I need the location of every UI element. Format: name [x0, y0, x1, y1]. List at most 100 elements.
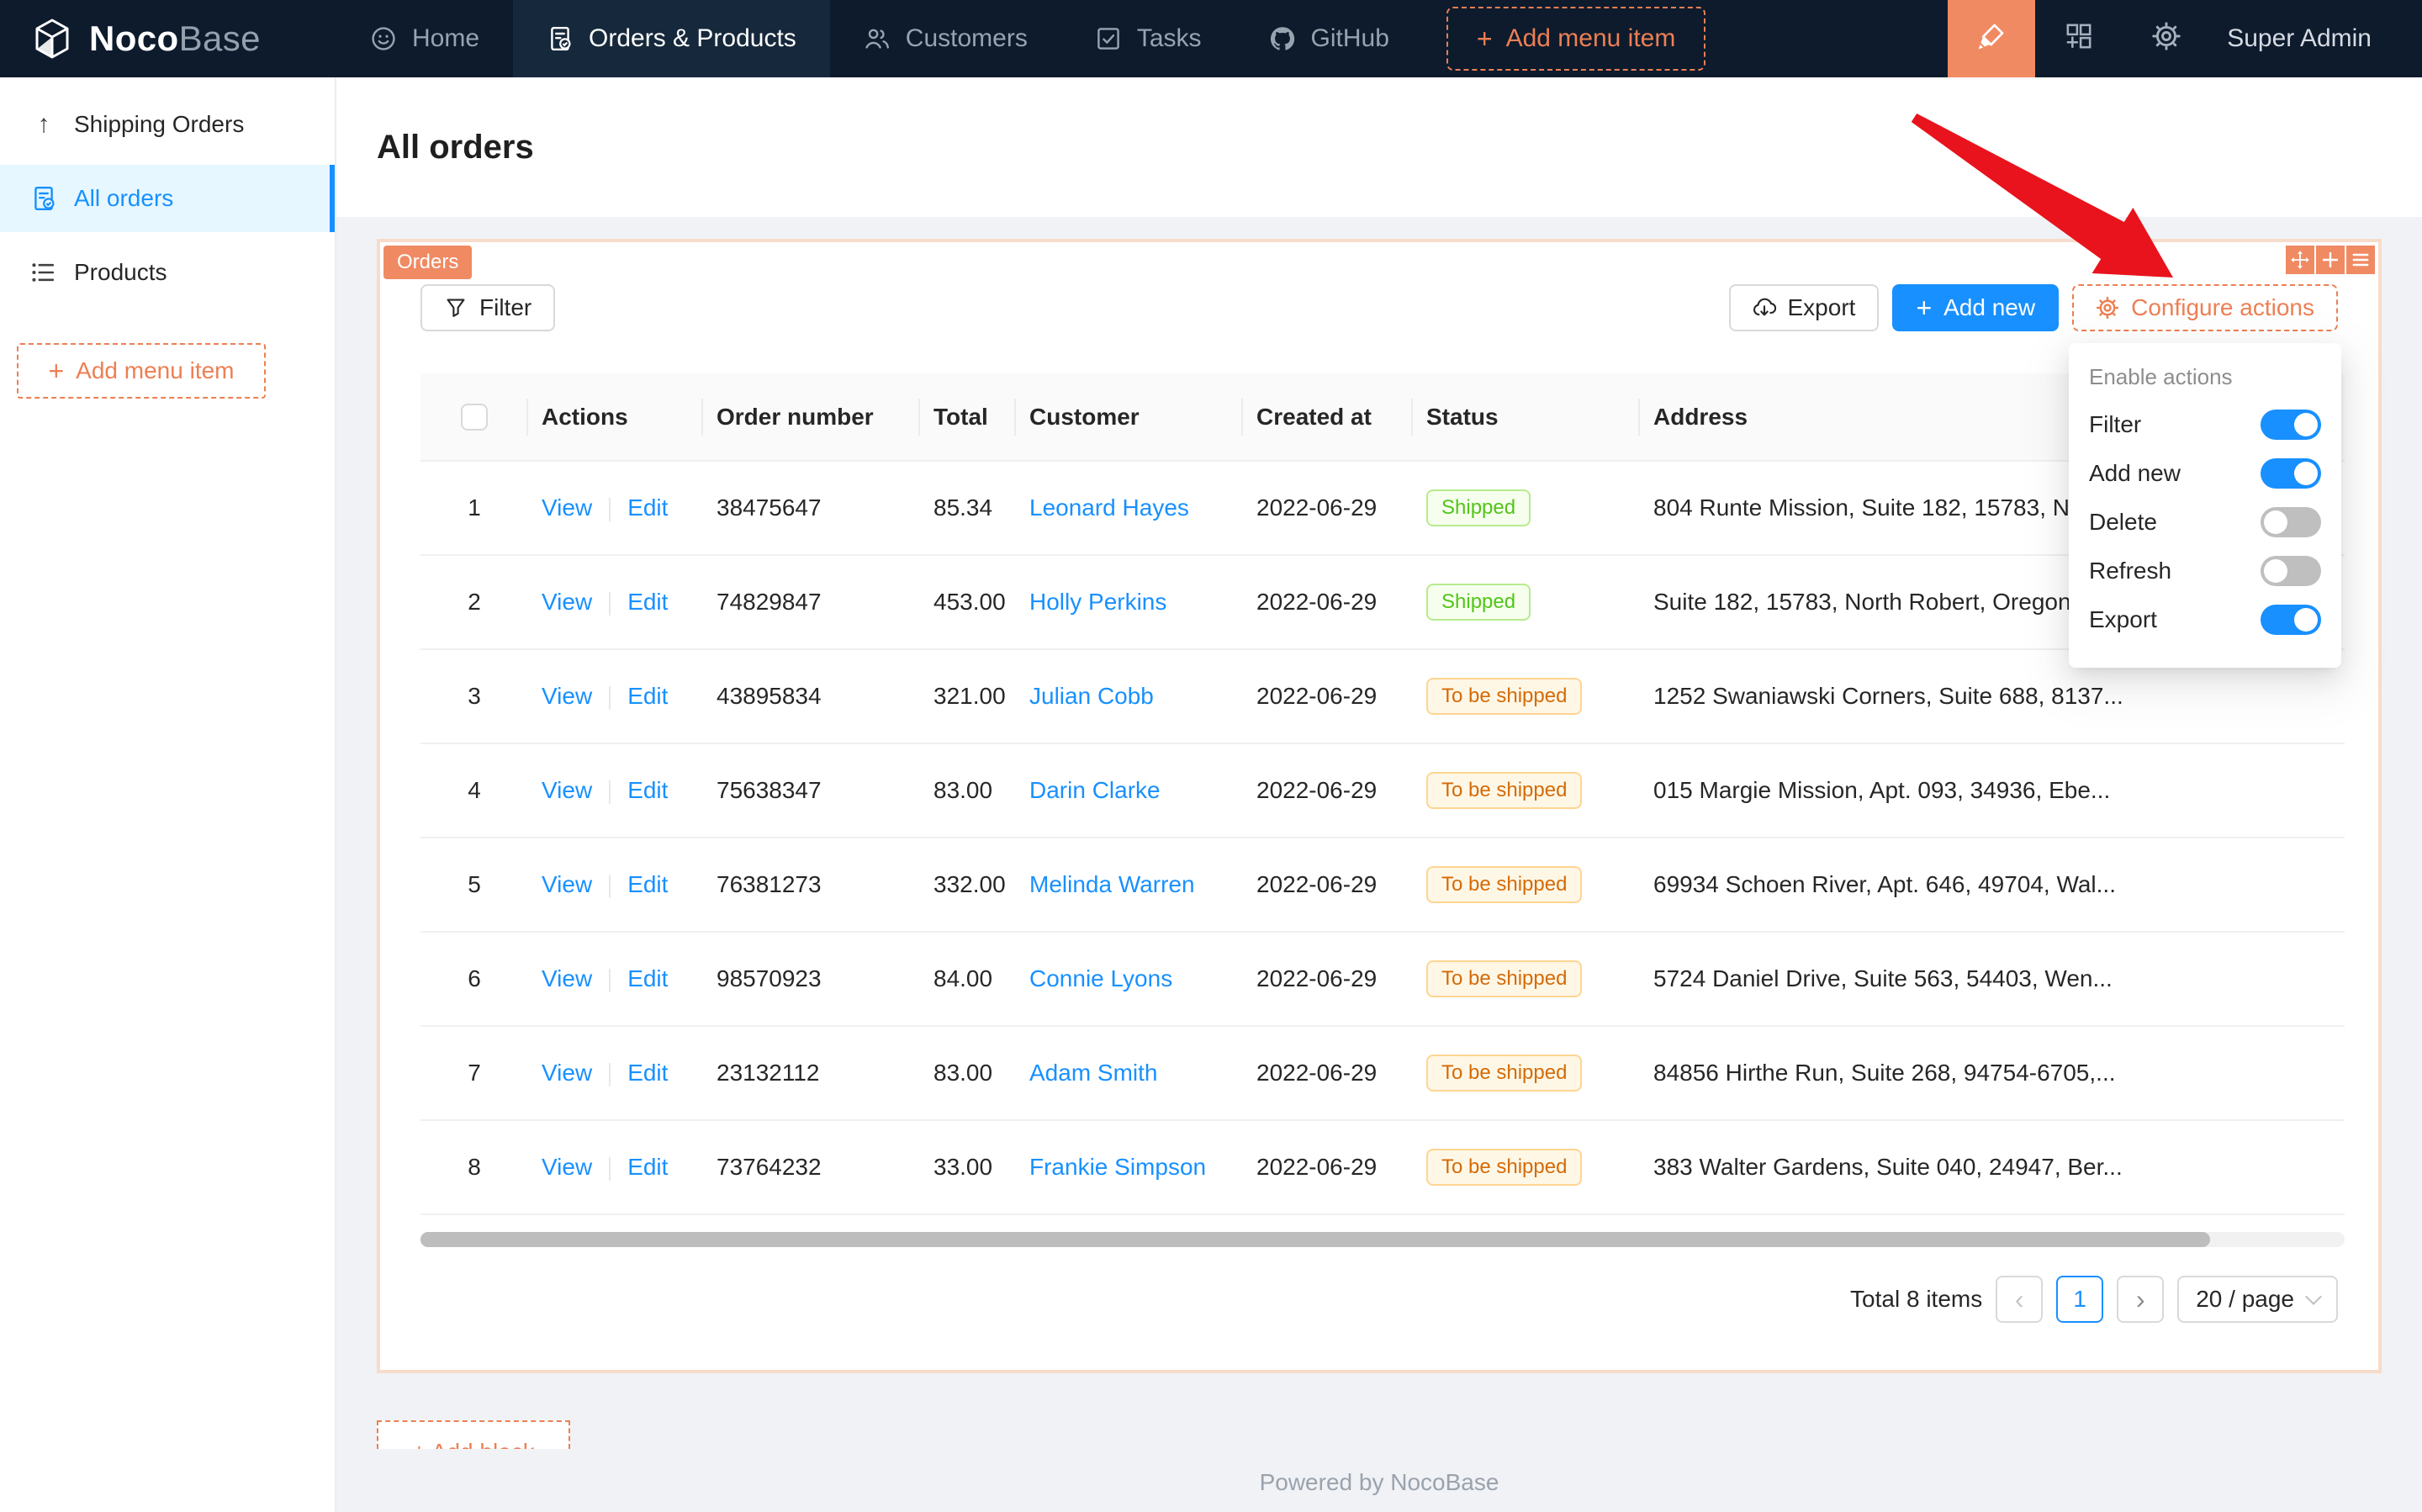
- view-link[interactable]: View: [542, 871, 592, 897]
- status-badge: Shipped: [1426, 489, 1531, 526]
- drag-handle-icon[interactable]: [2286, 246, 2314, 274]
- edit-link[interactable]: Edit: [627, 777, 668, 803]
- refresh-toggle[interactable]: [2261, 556, 2321, 586]
- customer-link[interactable]: Darin Clarke: [1029, 777, 1161, 803]
- cell-created-at: 2022-06-29: [1243, 932, 1413, 1026]
- table-row: 7 ViewEdit 23132112 83.00 Adam Smith 202…: [420, 1026, 2345, 1120]
- add-new-toggle[interactable]: [2261, 458, 2321, 489]
- github-icon: [1269, 25, 1296, 52]
- pagination-total: Total 8 items: [1850, 1286, 1982, 1313]
- view-link[interactable]: View: [542, 589, 592, 615]
- add-new-button[interactable]: + Add new: [1892, 284, 2059, 331]
- row-index: 4: [420, 743, 528, 838]
- cloud-download-icon: [1753, 296, 1776, 320]
- customer-link[interactable]: Adam Smith: [1029, 1060, 1158, 1086]
- sidebar-add-menu-item-button[interactable]: + Add menu item: [17, 343, 266, 399]
- filter-button[interactable]: Filter: [420, 284, 555, 331]
- view-link[interactable]: View: [542, 1060, 592, 1086]
- customer-link[interactable]: Connie Lyons: [1029, 965, 1172, 991]
- sidebar-item-products[interactable]: Products: [0, 239, 335, 306]
- add-menu-item-button[interactable]: + Add menu item: [1446, 7, 1705, 71]
- prev-page-button[interactable]: ‹: [1996, 1276, 2043, 1323]
- edit-link[interactable]: Edit: [627, 589, 668, 615]
- view-link[interactable]: View: [542, 1154, 592, 1180]
- view-link[interactable]: View: [542, 965, 592, 991]
- column-header-total: Total: [920, 373, 1016, 461]
- page-size-select[interactable]: 20 / page: [2177, 1276, 2338, 1323]
- orders-doc-icon: [547, 25, 574, 52]
- next-page-button[interactable]: ›: [2117, 1276, 2164, 1323]
- user-menu[interactable]: Super Admin: [2210, 0, 2422, 77]
- add-block-button[interactable]: + Add block: [377, 1420, 570, 1449]
- export-toggle[interactable]: [2261, 605, 2321, 635]
- view-link[interactable]: View: [542, 777, 592, 803]
- edit-link[interactable]: Edit: [627, 871, 668, 897]
- table-row: 8 ViewEdit 73764232 33.00 Frankie Simpso…: [420, 1120, 2345, 1214]
- column-header-order-number: Order number: [703, 373, 920, 461]
- nav-item-orders-products[interactable]: Orders & Products: [513, 0, 830, 77]
- dropdown-item-label: Refresh: [2089, 558, 2171, 584]
- row-index: 5: [420, 838, 528, 932]
- nav-item-home[interactable]: Home: [336, 0, 513, 77]
- unordered-list-icon: [30, 259, 57, 286]
- cell-address: 383 Walter Gardens, Suite 040, 24947, Be…: [1640, 1120, 2345, 1214]
- sidebar-item-shipping-orders[interactable]: ↑ Shipping Orders: [0, 91, 335, 158]
- edit-link[interactable]: Edit: [627, 1154, 668, 1180]
- sidebar-item-label: All orders: [74, 185, 173, 212]
- page-1-button[interactable]: 1: [2056, 1276, 2103, 1323]
- cell-total: 321.00: [920, 649, 1016, 743]
- table-header-row: Actions Order number Total Customer Crea…: [420, 373, 2345, 461]
- row-index: 3: [420, 649, 528, 743]
- cell-address: 5724 Daniel Drive, Suite 563, 54403, Wen…: [1640, 932, 2345, 1026]
- nav-item-github[interactable]: GitHub: [1235, 0, 1423, 77]
- customer-link[interactable]: Melinda Warren: [1029, 871, 1195, 897]
- block-menu-icon[interactable]: [2346, 246, 2375, 274]
- table-row: 6 ViewEdit 98570923 84.00 Connie Lyons 2…: [420, 932, 2345, 1026]
- edit-link[interactable]: Edit: [627, 1060, 668, 1086]
- ui-editor-button[interactable]: [1948, 0, 2035, 77]
- cell-total: 83.00: [920, 1026, 1016, 1120]
- app-logo[interactable]: NocoBase: [0, 0, 336, 77]
- nav-item-label: GitHub: [1311, 24, 1389, 53]
- cell-order-number: 38475647: [703, 461, 920, 555]
- switch-knob: [2294, 413, 2318, 436]
- column-header-status: Status: [1413, 373, 1640, 461]
- edit-link[interactable]: Edit: [627, 965, 668, 991]
- gear-icon: [2151, 21, 2181, 57]
- edit-link[interactable]: Edit: [627, 683, 668, 709]
- customer-link[interactable]: Holly Perkins: [1029, 589, 1166, 615]
- filter-toggle[interactable]: [2261, 410, 2321, 440]
- nav-item-tasks[interactable]: Tasks: [1061, 0, 1235, 77]
- divider: [609, 780, 611, 804]
- customer-link[interactable]: Leonard Hayes: [1029, 494, 1189, 521]
- cell-total: 332.00: [920, 838, 1016, 932]
- highlighter-icon: [1976, 21, 2007, 57]
- cell-address: 69934 Schoen River, Apt. 646, 49704, Wal…: [1640, 838, 2345, 932]
- scrollbar-thumb[interactable]: [420, 1232, 2210, 1247]
- add-block-icon[interactable]: [2316, 246, 2345, 274]
- edit-link[interactable]: Edit: [627, 494, 668, 521]
- customer-link[interactable]: Julian Cobb: [1029, 683, 1154, 709]
- view-link[interactable]: View: [542, 494, 592, 521]
- main-menu: Home Orders & Products Customers Tasks: [336, 0, 1705, 77]
- select-all-checkbox[interactable]: [461, 404, 488, 431]
- delete-toggle[interactable]: [2261, 507, 2321, 537]
- export-button[interactable]: Export: [1729, 284, 1880, 331]
- content-area: Orders Filter: [336, 217, 2422, 1512]
- cell-order-number: 73764232: [703, 1120, 920, 1214]
- toolbar-actions: Export + Add new Configure actions: [1729, 284, 2339, 331]
- customer-link[interactable]: Frankie Simpson: [1029, 1154, 1206, 1180]
- cell-total: 83.00: [920, 743, 1016, 838]
- switch-knob: [2294, 608, 2318, 632]
- view-link[interactable]: View: [542, 683, 592, 709]
- nav-item-customers[interactable]: Customers: [830, 0, 1061, 77]
- settings-button[interactable]: [2123, 0, 2210, 77]
- dropdown-item-add-new: Add new: [2089, 449, 2321, 498]
- table-toolbar: Filter Export + Add new: [420, 284, 2338, 331]
- sidebar-item-label: Products: [74, 259, 167, 286]
- page-title: All orders: [377, 129, 534, 167]
- plugin-manager-button[interactable]: [2035, 0, 2123, 77]
- status-badge: To be shipped: [1426, 866, 1582, 903]
- configure-actions-button[interactable]: Configure actions: [2072, 284, 2338, 331]
- sidebar-item-all-orders[interactable]: All orders: [0, 165, 335, 232]
